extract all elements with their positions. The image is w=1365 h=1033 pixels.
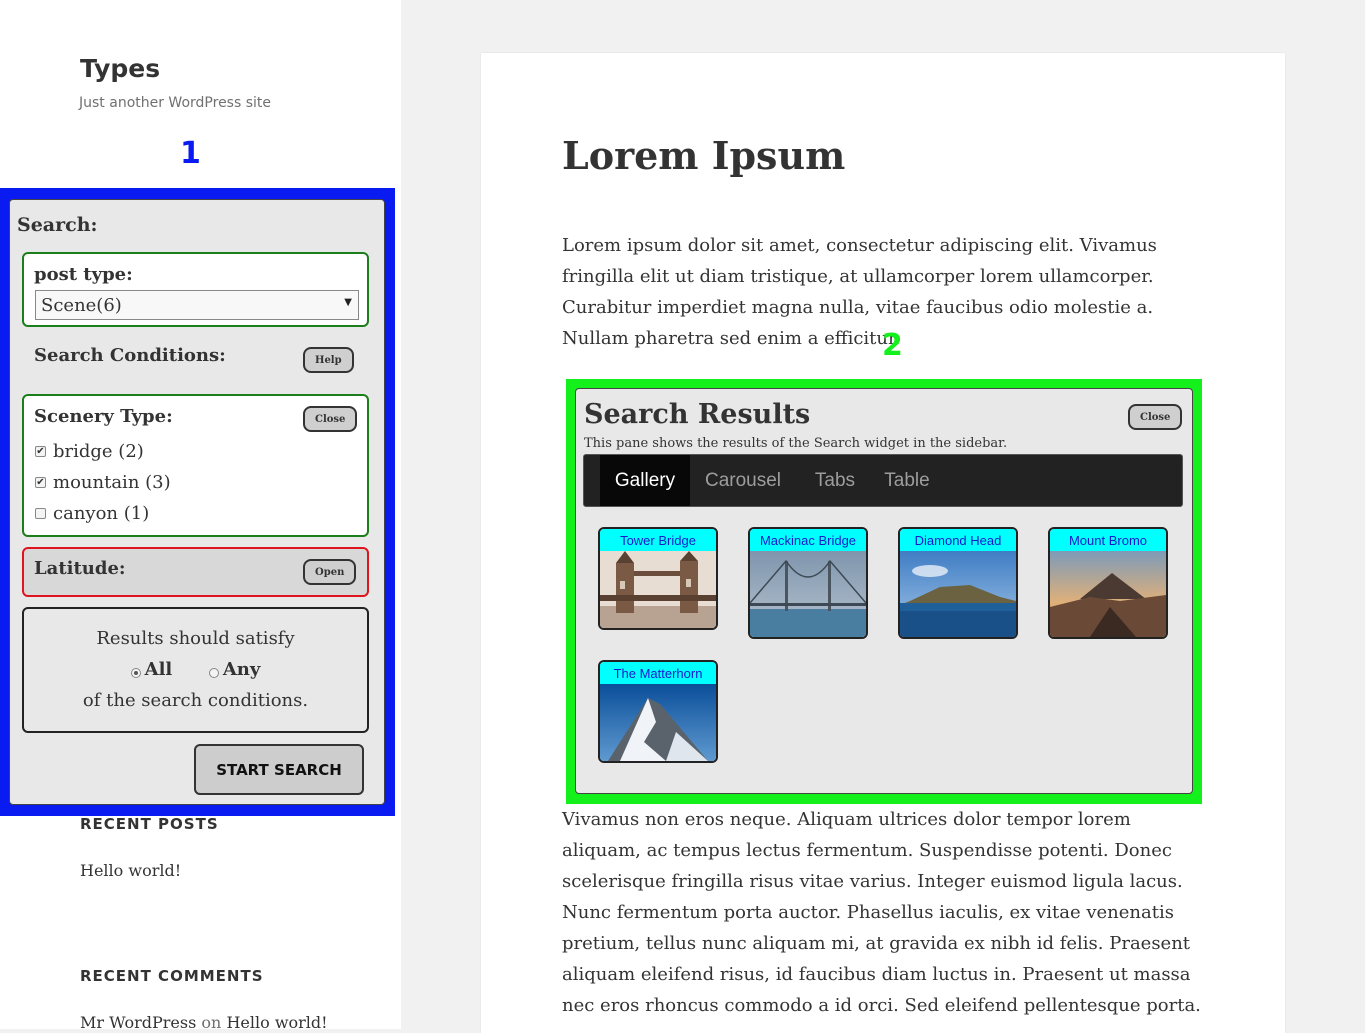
satisfy-radio-group: All Any <box>24 659 367 680</box>
result-caption: Mount Bromo <box>1050 529 1166 551</box>
result-caption: The Matterhorn <box>600 662 716 684</box>
radio-selected-icon[interactable] <box>130 668 141 678</box>
recent-post-link[interactable]: Hello world! <box>80 861 181 880</box>
article-title[interactable]: Lorem Ipsum <box>562 133 845 178</box>
site-title[interactable]: Types <box>80 54 160 83</box>
recent-comments-heading: RECENT COMMENTS <box>80 967 264 985</box>
comment-author-link[interactable]: Mr WordPress <box>80 1013 196 1032</box>
scenery-close-button[interactable]: Close <box>303 406 358 432</box>
tab-tabs[interactable]: Tabs <box>796 455 874 506</box>
post-type-select[interactable]: Scene(6) ▼ <box>35 290 359 320</box>
post-type-box: post type: Scene(6) ▼ <box>22 252 369 327</box>
post-type-label: post type: <box>34 264 133 285</box>
comment-on-text: on <box>201 1013 222 1032</box>
result-caption: Diamond Head <box>900 529 1016 551</box>
result-the-matterhorn[interactable]: The Matterhorn <box>598 660 718 763</box>
radio-any-label: Any <box>222 659 261 680</box>
site-tagline: Just another WordPress site <box>79 95 272 111</box>
results-title: Search Results <box>584 399 811 430</box>
search-conditions-label: Search Conditions: <box>34 345 226 366</box>
search-heading: Search: <box>17 214 98 236</box>
tab-gallery[interactable]: Gallery <box>600 455 690 506</box>
post-type-selected: Scene(6) <box>41 294 122 316</box>
satisfy-line-2: of the search conditions. <box>82 690 309 711</box>
checkbox-canyon[interactable]: canyon (1) <box>35 503 149 524</box>
checkbox-checked-icon[interactable]: ✔ <box>35 446 46 457</box>
tower-bridge-image <box>600 551 716 628</box>
latitude-box: Latitude: Open <box>22 547 369 597</box>
latitude-open-button[interactable]: Open <box>303 559 357 585</box>
matterhorn-image <box>600 684 716 761</box>
satisfy-line-1: Results should satisfy <box>96 628 295 649</box>
scenery-type-box: Scenery Type: Close ✔ bridge (2) ✔ mount… <box>22 394 369 537</box>
radio-unselected-icon[interactable] <box>208 668 219 678</box>
checkbox-bridge[interactable]: ✔ bridge (2) <box>35 441 144 462</box>
search-results-pane: Search Results Close This pane shows the… <box>575 388 1193 794</box>
checkbox-label: bridge (2) <box>53 441 144 462</box>
help-button[interactable]: Help <box>303 347 354 373</box>
tab-table[interactable]: Table <box>874 455 940 506</box>
radio-any[interactable]: Any <box>208 659 261 680</box>
mackinac-bridge-image <box>750 551 866 637</box>
result-mount-bromo[interactable]: Mount Bromo <box>1048 527 1168 639</box>
sidebar: Types Just another WordPress site 1 Sear… <box>0 0 401 1032</box>
diamond-head-image <box>900 551 1016 637</box>
checkbox-checked-icon[interactable]: ✔ <box>35 477 46 488</box>
results-subtitle: This pane shows the results of the Searc… <box>584 436 1008 451</box>
radio-all-label: All <box>144 659 173 680</box>
result-caption: Tower Bridge <box>600 529 716 551</box>
result-mackinac-bridge[interactable]: Mackinac Bridge <box>748 527 868 639</box>
callout-number-1: 1 <box>180 136 201 171</box>
checkbox-label: canyon (1) <box>53 503 150 524</box>
result-diamond-head[interactable]: Diamond Head <box>898 527 1018 639</box>
result-caption: Mackinac Bridge <box>750 529 866 551</box>
start-search-button[interactable]: START SEARCH <box>194 744 364 795</box>
results-tabbar: Gallery Carousel Tabs Table <box>583 454 1183 507</box>
scenery-type-label: Scenery Type: <box>34 406 173 427</box>
recent-comment: Mr WordPress on Hello world! <box>80 1013 328 1032</box>
latitude-label: Latitude: <box>34 558 126 579</box>
search-widget: Search: post type: Scene(6) ▼ Search Con… <box>9 199 385 805</box>
mount-bromo-image <box>1050 551 1166 637</box>
checkbox-unchecked-icon[interactable] <box>35 508 46 519</box>
checkbox-label: mountain (3) <box>53 472 171 493</box>
recent-posts-heading: RECENT POSTS <box>80 815 219 833</box>
radio-all[interactable]: All <box>130 659 173 680</box>
tab-carousel[interactable]: Carousel <box>690 455 796 506</box>
comment-post-link[interactable]: Hello world! <box>226 1013 327 1032</box>
satisfy-box: Results should satisfy All Any of the se… <box>22 607 369 733</box>
article-paragraph-2: Vivamus non eros neque. Aliquam ultrices… <box>562 809 1201 1016</box>
result-tower-bridge[interactable]: Tower Bridge <box>598 527 718 630</box>
chevron-down-icon: ▼ <box>344 297 352 308</box>
checkbox-mountain[interactable]: ✔ mountain (3) <box>35 472 171 493</box>
callout-number-2: 2 <box>882 328 903 363</box>
results-close-button[interactable]: Close <box>1128 404 1183 430</box>
